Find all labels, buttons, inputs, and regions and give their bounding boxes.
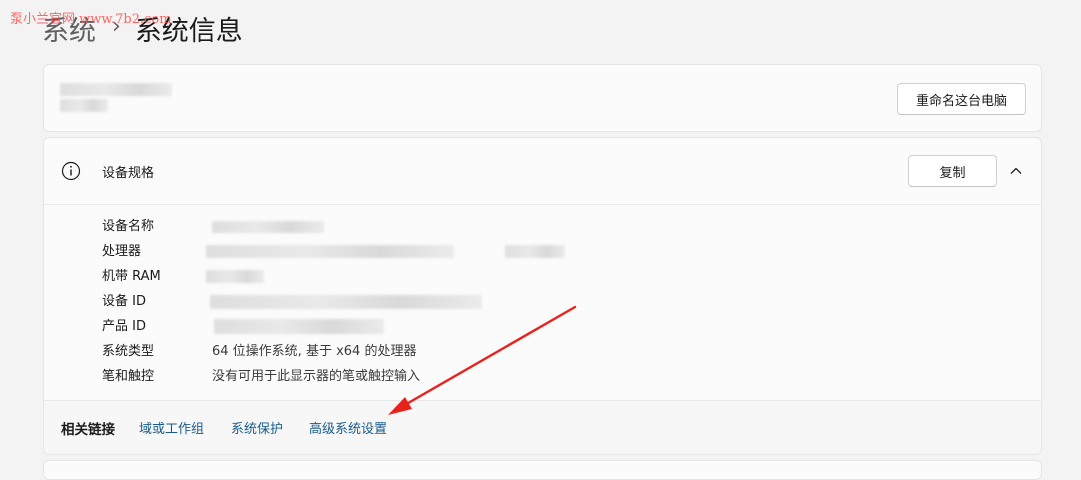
redacted-value xyxy=(505,245,565,258)
watermark: 泵小兰官网 www.7b2.com xyxy=(10,12,172,27)
spec-label: 设备名称 xyxy=(102,219,155,234)
spec-label: 机带 RAM xyxy=(102,269,161,284)
device-specs-card: 设备规格 复制 设备名称 处理器 机带 RAM 设备 ID 产品 ID 系统类型… xyxy=(43,137,1042,455)
spec-label: 处理器 xyxy=(102,244,142,259)
spec-value: 64 位操作系统, 基于 x64 的处理器 xyxy=(212,344,417,359)
related-links-bar: 相关链接 域或工作组 系统保护 高级系统设置 xyxy=(44,400,1041,454)
related-links-title: 相关链接 xyxy=(61,422,115,438)
next-card-edge xyxy=(43,460,1042,480)
redacted-value xyxy=(210,295,482,309)
chevron-up-icon[interactable] xyxy=(1009,164,1023,178)
advanced-system-settings-link[interactable]: 高级系统设置 xyxy=(309,418,387,437)
system-protection-link[interactable]: 系统保护 xyxy=(231,418,283,437)
device-specs-title: 设备规格 xyxy=(102,166,155,181)
redacted-value xyxy=(214,319,384,334)
spec-label: 系统类型 xyxy=(102,344,155,359)
info-icon xyxy=(61,161,81,181)
spec-label: 产品 ID xyxy=(102,319,146,334)
redacted-device-name xyxy=(60,83,172,96)
spec-label: 笔和触控 xyxy=(102,369,155,384)
device-name-card: 重命名这台电脑 xyxy=(43,64,1042,132)
copy-button[interactable]: 复制 xyxy=(908,155,997,187)
redacted-value xyxy=(206,270,264,283)
device-specs-header[interactable]: 设备规格 复制 xyxy=(44,138,1041,205)
redacted-device-model xyxy=(60,99,108,112)
domain-workgroup-link[interactable]: 域或工作组 xyxy=(139,418,204,437)
redacted-value xyxy=(206,245,454,258)
redacted-value xyxy=(212,221,324,233)
spec-label: 设备 ID xyxy=(102,294,146,309)
spec-value: 没有可用于此显示器的笔或触控输入 xyxy=(212,369,421,384)
rename-pc-button[interactable]: 重命名这台电脑 xyxy=(897,83,1026,115)
